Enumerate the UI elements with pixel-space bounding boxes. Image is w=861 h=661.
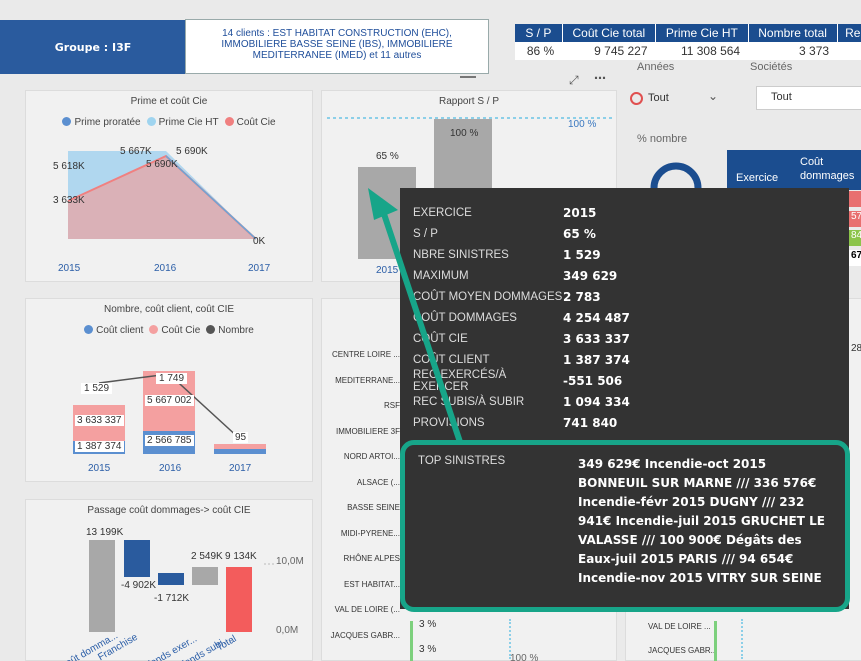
nombre-cout-panel: Nombre, coût client, coût CIE Coût clien… bbox=[25, 298, 313, 482]
right-table-header: Exercice Coût dommages bbox=[727, 150, 861, 190]
passage-cout-panel: Passage coût dommages-> coût CIE 13 199K… bbox=[25, 499, 313, 661]
pct-nombre-label: % nombre bbox=[637, 133, 688, 145]
kpi-header: S / P bbox=[515, 24, 563, 42]
data-label: -4 902K bbox=[121, 580, 157, 591]
data-label: 0K bbox=[253, 236, 266, 247]
x-tick: 2017 bbox=[229, 463, 252, 474]
data-label: 5 618K bbox=[53, 161, 85, 172]
x-tick: 2016 bbox=[159, 463, 182, 474]
col-cout-dommages: Coût dommages bbox=[800, 156, 855, 182]
data-label: 2 566 785 bbox=[145, 435, 194, 446]
kpi-header: Rec bbox=[837, 24, 861, 42]
data-label: 5 690K bbox=[176, 146, 208, 157]
kpi-header: Coût Cie total bbox=[562, 24, 657, 42]
company-label: RHÔNE ALPES bbox=[343, 554, 400, 563]
x-tick: 2017 bbox=[248, 263, 271, 274]
data-label: 5 667K bbox=[120, 146, 152, 157]
data-label: 3 633K bbox=[53, 195, 85, 206]
top-sinistres-label: TOP SINISTRES bbox=[418, 455, 506, 467]
data-label: -1 712K bbox=[154, 593, 190, 604]
company-label: JACQUES GABR... bbox=[648, 646, 718, 655]
pct-label: 3 % bbox=[419, 644, 437, 655]
x-tick: 2015 bbox=[58, 263, 81, 274]
ref-label: 100 % bbox=[568, 119, 597, 130]
company-label: EST HABITAT... bbox=[343, 579, 400, 589]
cell-white: 67 bbox=[849, 250, 861, 266]
reference-line bbox=[741, 619, 743, 659]
bar-label: 65 % bbox=[376, 151, 399, 162]
clients-summary: 14 clients : EST HABITAT CONSTRUCTION (E… bbox=[185, 19, 489, 74]
pct-label: 3 % bbox=[419, 619, 437, 630]
company-label: VAL DE LOIRE ... bbox=[648, 622, 711, 631]
focus-mode-icon[interactable]: ⤢ bbox=[569, 73, 579, 88]
stacked-bar-chart bbox=[73, 371, 266, 454]
societes-dropdown[interactable]: Tout bbox=[756, 86, 861, 110]
kpi-value: 11 308 564 bbox=[680, 43, 741, 58]
bar-label: 100 % bbox=[450, 128, 479, 139]
kpi-value bbox=[837, 42, 861, 59]
value-label: 28 bbox=[851, 343, 861, 354]
x-tick: 2016 bbox=[154, 263, 177, 274]
bar-segment bbox=[714, 621, 717, 661]
more-options-icon[interactable]: ⋯ bbox=[594, 71, 606, 85]
data-label: 95 bbox=[233, 432, 249, 443]
area-chart bbox=[67, 151, 257, 240]
company-label: ALSACE (... bbox=[356, 477, 400, 487]
annees-dropdown[interactable]: Tout ⌄ bbox=[628, 87, 726, 111]
data-label: 1 387 374 bbox=[75, 441, 124, 452]
kpi-header: Nombre total bbox=[748, 24, 838, 42]
kpi-value: 3 373 bbox=[799, 43, 830, 58]
y-tick: 0,0M bbox=[276, 625, 299, 636]
data-label: 3 633 337 bbox=[75, 415, 124, 426]
kpi-table: S / P Coût Cie total Prime Cie HT Nombre… bbox=[515, 24, 861, 60]
drag-handle[interactable] bbox=[460, 76, 476, 78]
annotation-arrow-icon bbox=[368, 188, 463, 443]
societes-label: Sociétés bbox=[750, 61, 793, 73]
x-tick: 2015 bbox=[88, 463, 111, 474]
ref-label: 100 % bbox=[510, 653, 539, 661]
data-label: 1 749 bbox=[156, 373, 188, 384]
kpi-value: 86 % bbox=[526, 43, 555, 58]
bar-segment bbox=[410, 621, 413, 661]
company-label: MIDI-PYRENE... bbox=[340, 528, 400, 538]
waterfall-chart bbox=[89, 540, 274, 632]
group-title: Groupe : I3F bbox=[0, 20, 186, 74]
company-label: BASSE SEINE bbox=[347, 503, 400, 512]
company-label: VAL DE LOIRE (... bbox=[334, 605, 400, 614]
col-exercice: Exercice bbox=[736, 172, 779, 184]
kpi-header: Prime Cie HT bbox=[655, 24, 749, 42]
annees-value: Tout bbox=[648, 92, 669, 104]
cell-red: 57 bbox=[849, 211, 861, 227]
data-label: 1 529 bbox=[81, 383, 113, 394]
top-sinistres-box: TOP SINISTRES 349 629€ Incendie-oct 2015… bbox=[400, 440, 850, 612]
annees-label: Années bbox=[637, 61, 675, 73]
cell-green: 84 bbox=[849, 230, 861, 246]
donut-chart bbox=[650, 162, 702, 188]
chevron-down-icon: ⌄ bbox=[708, 89, 719, 103]
data-label: 9 134K bbox=[225, 551, 257, 562]
cell-red bbox=[849, 191, 861, 207]
top-sinistres-value: 349 629€ Incendie-oct 2015 BONNEUIL SUR … bbox=[578, 457, 825, 585]
data-label: 2 549K bbox=[191, 551, 223, 562]
data-label: 5 690K bbox=[146, 159, 178, 170]
data-label: 5 667 002 bbox=[145, 395, 194, 406]
radio-icon bbox=[630, 92, 643, 105]
data-label: 13 199K bbox=[86, 527, 124, 538]
y-tick: 10,0M bbox=[276, 556, 304, 567]
prime-cout-panel: Prime et coût Cie Prime proratée Prime C… bbox=[25, 90, 313, 282]
company-label: JACQUES GABR... bbox=[330, 630, 400, 640]
kpi-value: 9 745 227 bbox=[594, 43, 648, 58]
